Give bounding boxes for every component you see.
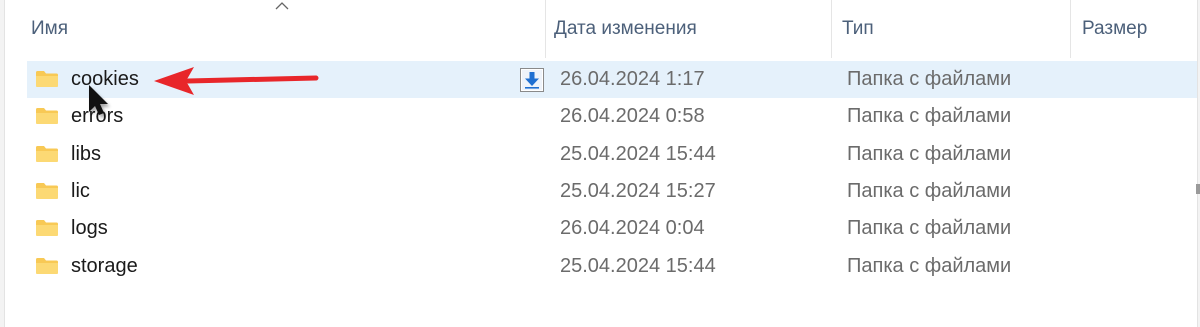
folder-icon [36, 146, 58, 162]
file-date: 26.04.2024 0:58 [560, 105, 705, 127]
column-divider[interactable] [1070, 0, 1071, 58]
file-name[interactable]: lic [71, 173, 90, 210]
red-arrow-annotation [154, 67, 319, 95]
file-row-libs[interactable]: libs 25.04.2024 15:44 Папка с файлами [27, 136, 1197, 173]
column-header-date[interactable]: Дата изменения [546, 0, 831, 58]
column-header-type[interactable]: Тип [834, 0, 1070, 58]
file-name[interactable]: libs [71, 136, 101, 173]
mouse-cursor-icon [89, 85, 110, 118]
file-date: 26.04.2024 0:04 [560, 217, 705, 239]
file-row-logs[interactable]: logs 26.04.2024 0:04 Папка с файлами [27, 210, 1197, 247]
file-date: 26.04.2024 1:17 [560, 68, 705, 90]
file-name[interactable]: storage [71, 248, 138, 285]
folder-icon [36, 108, 58, 124]
download-icon[interactable] [520, 68, 544, 92]
file-type: Папка с файлами [847, 180, 1012, 202]
file-row-storage[interactable]: storage 25.04.2024 15:44 Папка с файлами [27, 248, 1197, 285]
file-name[interactable]: logs [71, 210, 108, 247]
file-row-lic[interactable]: lic 25.04.2024 15:27 Папка с файлами [27, 173, 1197, 210]
column-header-size[interactable]: Размер [1074, 0, 1194, 58]
file-date: 25.04.2024 15:44 [560, 143, 716, 165]
folder-icon [36, 71, 58, 87]
scrollbar-marker[interactable] [1196, 184, 1200, 194]
folder-icon [36, 220, 58, 236]
folder-icon [36, 183, 58, 199]
file-type: Папка с файлами [847, 105, 1012, 127]
file-type: Папка с файлами [847, 217, 1012, 239]
column-header-bar: Имя Дата изменения Тип Размер [5, 0, 1197, 58]
file-type: Папка с файлами [847, 68, 1012, 90]
file-type: Папка с файлами [847, 255, 1012, 277]
column-header-name[interactable]: Имя [23, 0, 545, 58]
column-divider[interactable] [831, 0, 832, 58]
file-date: 25.04.2024 15:44 [560, 255, 716, 277]
file-date: 25.04.2024 15:27 [560, 180, 716, 202]
file-type: Папка с файлами [847, 143, 1012, 165]
folder-icon [36, 258, 58, 274]
file-row-errors[interactable]: errors 26.04.2024 0:58 Папка с файлами [27, 98, 1197, 135]
file-list-pane: Имя Дата изменения Тип Размер cookies 26… [4, 0, 1198, 327]
